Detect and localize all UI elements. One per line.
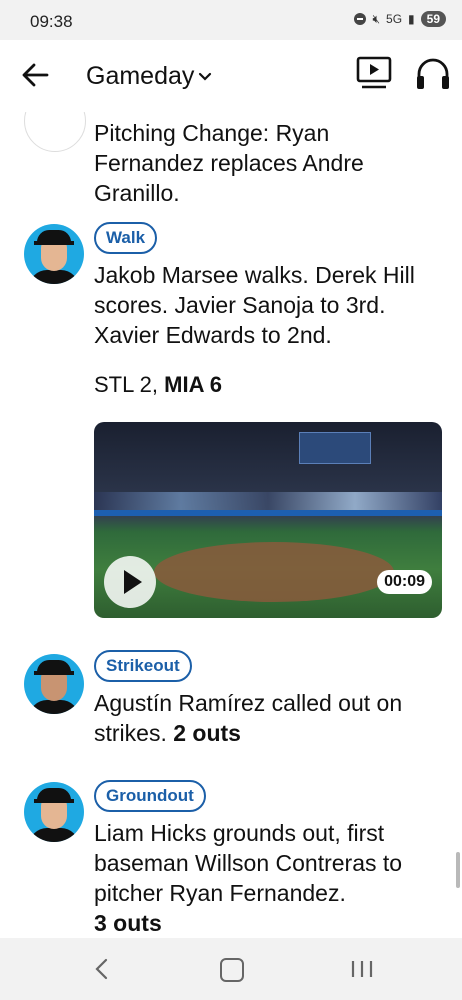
signal-icon: ▮ [408,12,415,26]
status-time: 09:38 [30,12,73,31]
score-line: STL 2, MIA 6 [94,372,222,398]
play-description: Agustín Ramírez called out on strikes. 2… [94,688,424,748]
avatar [24,224,84,284]
play-icon[interactable] [104,556,156,608]
top-bar: Gameday [0,40,462,112]
avatar [24,654,84,714]
away-score: STL 2, [94,372,158,397]
feed-item-pitching-change: Pitching Change: Ryan Fernandez replaces… [0,112,462,206]
system-back-icon[interactable] [92,958,112,980]
battery-indicator: 59 [420,11,446,27]
chevron-down-icon [199,72,212,81]
home-score: MIA 6 [164,372,222,397]
play-type-badge: Strikeout [94,650,192,682]
system-navigation-bar [0,938,462,1000]
highlight-video[interactable]: 00:09 [94,422,442,618]
headphones-icon[interactable] [414,56,452,92]
video-duration: 00:09 [377,570,432,594]
avatar [24,782,84,842]
status-icons: 🔇︎ 5G ▮ 59 [354,11,446,27]
feed-item-walk: Walk Jakob Marsee walks. Derek Hill scor… [0,222,462,624]
scrollbar[interactable] [456,852,460,888]
system-home-icon[interactable] [220,958,244,982]
avatar [24,112,86,152]
status-bar: 09:38 🔇︎ 5G ▮ 59 [0,0,462,40]
outs-count: 2 outs [173,720,241,746]
play-description: Pitching Change: Ryan Fernandez replaces… [94,120,364,206]
network-label: 5G [386,12,403,26]
play-description: Jakob Marsee walks. Derek Hill scores. J… [94,262,415,348]
do-not-disturb-icon [354,13,367,25]
arrow-left-icon[interactable] [20,62,50,88]
play-text: Liam Hicks grounds out, first baseman Wi… [94,820,403,906]
system-recents-icon[interactable] [350,960,374,978]
play-by-play-feed[interactable]: Pitching Change: Ryan Fernandez replaces… [0,112,462,938]
gameday-dropdown[interactable]: Gameday [86,62,212,91]
mute-icon: 🔇︎ [372,11,381,26]
feed-item-groundout: Groundout Liam Hicks grounds out, first … [0,780,462,938]
play-text: Agustín Ramírez called out on strikes. [94,690,403,746]
page-title: Gameday [86,62,195,90]
feed-item-strikeout: Strikeout Agustín Ramírez called out on … [0,650,462,760]
play-type-badge: Walk [94,222,158,254]
play-type-badge: Groundout [94,780,206,812]
play-description: Liam Hicks grounds out, first baseman Wi… [94,818,434,938]
tv-play-icon[interactable] [356,56,392,90]
outs-count: 3 outs [94,910,162,936]
